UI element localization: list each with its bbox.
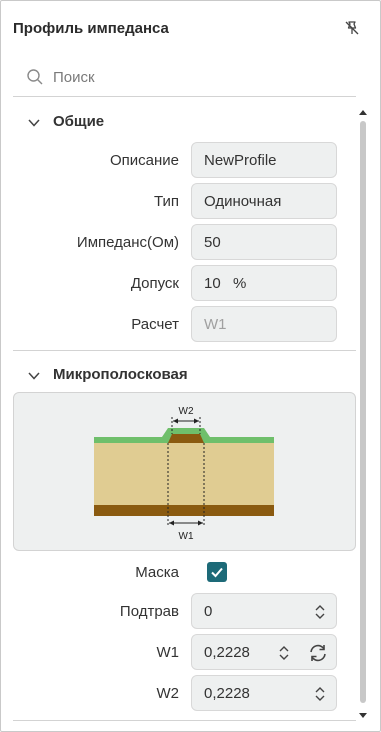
type-field[interactable]: Одиночная: [191, 183, 337, 219]
search-box: [13, 57, 356, 97]
type-label: Тип: [153, 193, 179, 210]
w1-label: W1: [156, 644, 180, 661]
w2-spinbox[interactable]: 0,2228: [191, 675, 337, 711]
tolerance-value: 10: [204, 275, 221, 292]
w1-value: 0,2228: [204, 644, 250, 661]
description-value: NewProfile: [204, 152, 277, 169]
spin-arrows-icon[interactable]: [314, 604, 326, 620]
panel-header: Профиль импеданса: [1, 1, 380, 53]
tolerance-unit: %: [233, 275, 247, 292]
section-divider: [13, 350, 356, 351]
undercut-label: Подтрав: [119, 603, 179, 620]
spin-arrows-icon[interactable]: [314, 686, 326, 702]
w1-spinbox[interactable]: 0,2228: [191, 634, 337, 670]
description-field[interactable]: NewProfile: [191, 142, 337, 178]
type-value: Одиночная: [204, 193, 282, 210]
w2-dimension-label: W2: [179, 406, 194, 417]
dielectric-layer: [94, 442, 274, 505]
scroll-down-arrow-icon[interactable]: [358, 707, 368, 725]
calc-label: Расчет: [131, 316, 179, 333]
pin-off-icon[interactable]: [343, 19, 361, 37]
microstrip-diagram: W2 W1: [13, 392, 356, 551]
description-label: Описание: [109, 152, 179, 169]
mask-checkbox[interactable]: [207, 562, 227, 582]
impedance-profile-panel: Профиль импеданса Общие Описание: [0, 0, 381, 732]
panel-title: Профиль импеданса: [13, 20, 169, 37]
ground-plane: [94, 505, 274, 516]
vertical-scrollbar[interactable]: [358, 105, 368, 719]
calc-value: W1: [204, 316, 227, 333]
section-general-header[interactable]: Общие: [13, 111, 343, 135]
recalculate-icon[interactable]: [307, 642, 329, 669]
signal-trace: [168, 434, 204, 443]
scrollbar-thumb[interactable]: [360, 121, 366, 703]
section-general-title: Общие: [53, 113, 105, 130]
w2-value: 0,2228: [204, 685, 250, 702]
bottom-divider: [13, 720, 356, 721]
search-input[interactable]: [53, 65, 343, 89]
microstrip-cross-section: W2 W1: [94, 406, 274, 542]
impedance-value: 50: [204, 234, 221, 251]
impedance-field[interactable]: 50: [191, 224, 337, 260]
section-microstrip-title: Микрополосковая: [53, 366, 188, 383]
chevron-down-icon: [27, 116, 41, 130]
checkmark-icon: [211, 567, 223, 578]
section-microstrip-header[interactable]: Микрополосковая: [13, 364, 343, 388]
spin-arrows-icon[interactable]: [278, 645, 290, 661]
calc-field: W1: [191, 306, 337, 342]
search-icon: [26, 68, 44, 86]
undercut-spinbox[interactable]: 0: [191, 593, 337, 629]
w2-label: W2: [156, 685, 180, 702]
chevron-down-icon: [27, 369, 41, 383]
tolerance-field[interactable]: 10 %: [191, 265, 337, 301]
undercut-value: 0: [204, 603, 213, 620]
w1-dimension-label: W1: [179, 531, 194, 542]
tolerance-label: Допуск: [130, 275, 179, 292]
properties-scroll-area: Общие Описание NewProfile Тип Одиночная …: [1, 101, 381, 723]
impedance-label: Импеданс(Ом): [76, 234, 179, 251]
mask-label: Маска: [135, 564, 179, 581]
